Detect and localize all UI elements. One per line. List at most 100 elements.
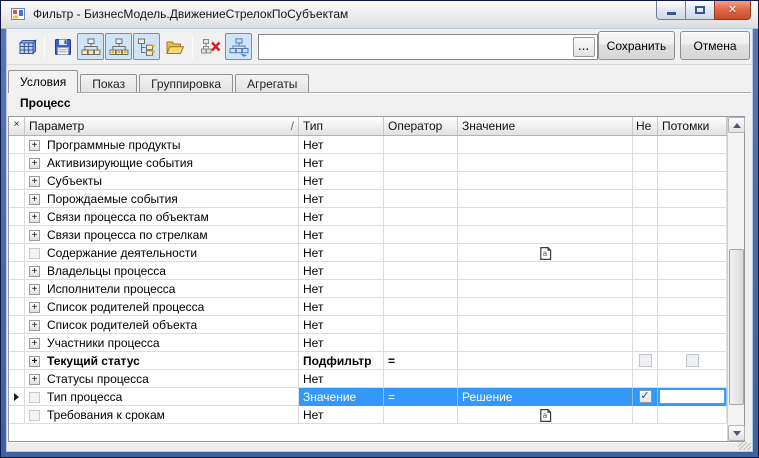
operator-cell[interactable] [384,226,458,244]
value-cell[interactable]: a [458,244,633,262]
param-cell[interactable]: Тип процесса [25,388,299,406]
descendants-cell[interactable] [658,352,727,370]
hierarchy-edit-button[interactable] [225,33,252,60]
descendants-cell[interactable] [658,298,727,316]
table-row[interactable]: +Активизирующие событияНет [9,154,727,172]
column-header-not[interactable]: Не [633,117,658,135]
not-cell[interactable] [633,208,658,226]
table-row[interactable]: +Текущий статусПодфильтр= [9,352,727,370]
operator-cell[interactable] [384,298,458,316]
filter-name-input[interactable] [261,37,569,57]
value-cell[interactable] [458,154,633,172]
maximize-button[interactable] [685,1,715,20]
descendants-cell[interactable] [658,208,727,226]
type-cell[interactable]: Нет [299,298,384,316]
table-row[interactable]: +Порождаемые событияНет [9,190,727,208]
table-row[interactable]: +Список родителей объектаНет [9,316,727,334]
operator-cell[interactable] [384,172,458,190]
operator-cell[interactable]: = [384,352,458,370]
operator-cell[interactable] [384,370,458,388]
operator-cell[interactable] [384,316,458,334]
hierarchy-marked-button[interactable] [105,33,132,60]
type-cell[interactable]: Нет [299,370,384,388]
minimize-button[interactable] [656,1,686,20]
type-cell[interactable]: Нет [299,244,384,262]
scroll-thumb[interactable] [729,249,744,405]
expand-icon[interactable]: + [29,194,40,205]
table-row[interactable]: +Участники процессаНет [9,334,727,352]
not-cell[interactable] [633,190,658,208]
open-folder-button[interactable] [161,33,188,60]
type-cell[interactable]: Нет [299,262,384,280]
descendants-checkbox[interactable] [686,354,699,367]
scroll-up-button[interactable] [728,117,745,133]
not-cell[interactable]: ✓ [633,388,658,406]
descendants-cell[interactable] [658,262,727,280]
expand-icon[interactable]: + [29,356,40,367]
type-cell[interactable]: Нет [299,316,384,334]
scroll-down-button[interactable] [728,425,745,441]
type-cell[interactable]: Нет [299,190,384,208]
value-cell[interactable] [458,226,633,244]
tab-aggregates[interactable]: Агрегаты [235,74,309,93]
param-cell[interactable]: +Владельцы процесса [25,262,299,280]
not-cell[interactable] [633,226,658,244]
branch-button[interactable] [133,33,160,60]
descendants-cell[interactable] [658,244,727,262]
param-cell[interactable]: +Связи процесса по объектам [25,208,299,226]
value-cell[interactable]: a [458,406,633,424]
not-checkbox[interactable]: ✓ [639,390,652,403]
table-row[interactable]: +Статусы процессаНет [9,370,727,388]
not-cell[interactable] [633,334,658,352]
table-row[interactable]: +Программные продуктыНет [9,136,727,154]
resize-grip[interactable] [738,442,751,450]
value-cell[interactable] [458,280,633,298]
param-cell[interactable]: +Текущий статус [25,352,299,370]
clear-column-header[interactable]: × [9,117,25,135]
descendants-editor[interactable] [659,389,725,404]
expand-icon[interactable]: + [29,338,40,349]
operator-cell[interactable]: = [384,388,458,406]
operator-cell[interactable] [384,136,458,154]
table-row[interactable]: +Список родителей процессаНет [9,298,727,316]
param-cell[interactable]: +Программные продукты [25,136,299,154]
column-header-operator[interactable]: Оператор [384,117,458,135]
type-cell[interactable]: Нет [299,154,384,172]
type-cell[interactable]: Нет [299,172,384,190]
value-cell[interactable] [458,316,633,334]
expand-icon[interactable]: + [29,374,40,385]
value-cell[interactable] [458,298,633,316]
cancel-button[interactable]: Отмена [680,31,750,60]
close-button[interactable]: ✕ [714,1,751,20]
not-cell[interactable] [633,172,658,190]
value-cell[interactable] [458,352,633,370]
descendants-cell[interactable] [658,280,727,298]
type-cell[interactable]: Нет [299,280,384,298]
descendants-cell[interactable] [658,154,727,172]
operator-cell[interactable] [384,262,458,280]
expand-icon[interactable]: + [29,140,40,151]
type-cell[interactable]: Нет [299,334,384,352]
param-cell[interactable]: +Активизирующие события [25,154,299,172]
expand-icon[interactable]: + [29,176,40,187]
param-cell[interactable]: +Статусы процесса [25,370,299,388]
not-cell[interactable] [633,154,658,172]
grid-button[interactable] [13,33,40,60]
not-cell[interactable] [633,262,658,280]
column-header-param[interactable]: Параметр / [25,117,299,135]
descendants-cell[interactable] [658,226,727,244]
value-cell[interactable] [458,136,633,154]
expand-icon[interactable]: + [29,212,40,223]
param-cell[interactable]: +Исполнители процесса [25,280,299,298]
hierarchy-button[interactable] [77,33,104,60]
not-checkbox[interactable] [639,354,652,367]
browse-button[interactable]: ... [573,37,595,57]
operator-cell[interactable] [384,334,458,352]
value-cell[interactable] [458,370,633,388]
table-row[interactable]: Тип процессаЗначение=Решение✓ [9,388,727,406]
not-cell[interactable] [633,352,658,370]
type-cell[interactable]: Подфильтр [299,352,384,370]
expand-icon[interactable]: + [29,266,40,277]
operator-cell[interactable] [384,190,458,208]
vertical-scrollbar[interactable] [727,117,744,441]
